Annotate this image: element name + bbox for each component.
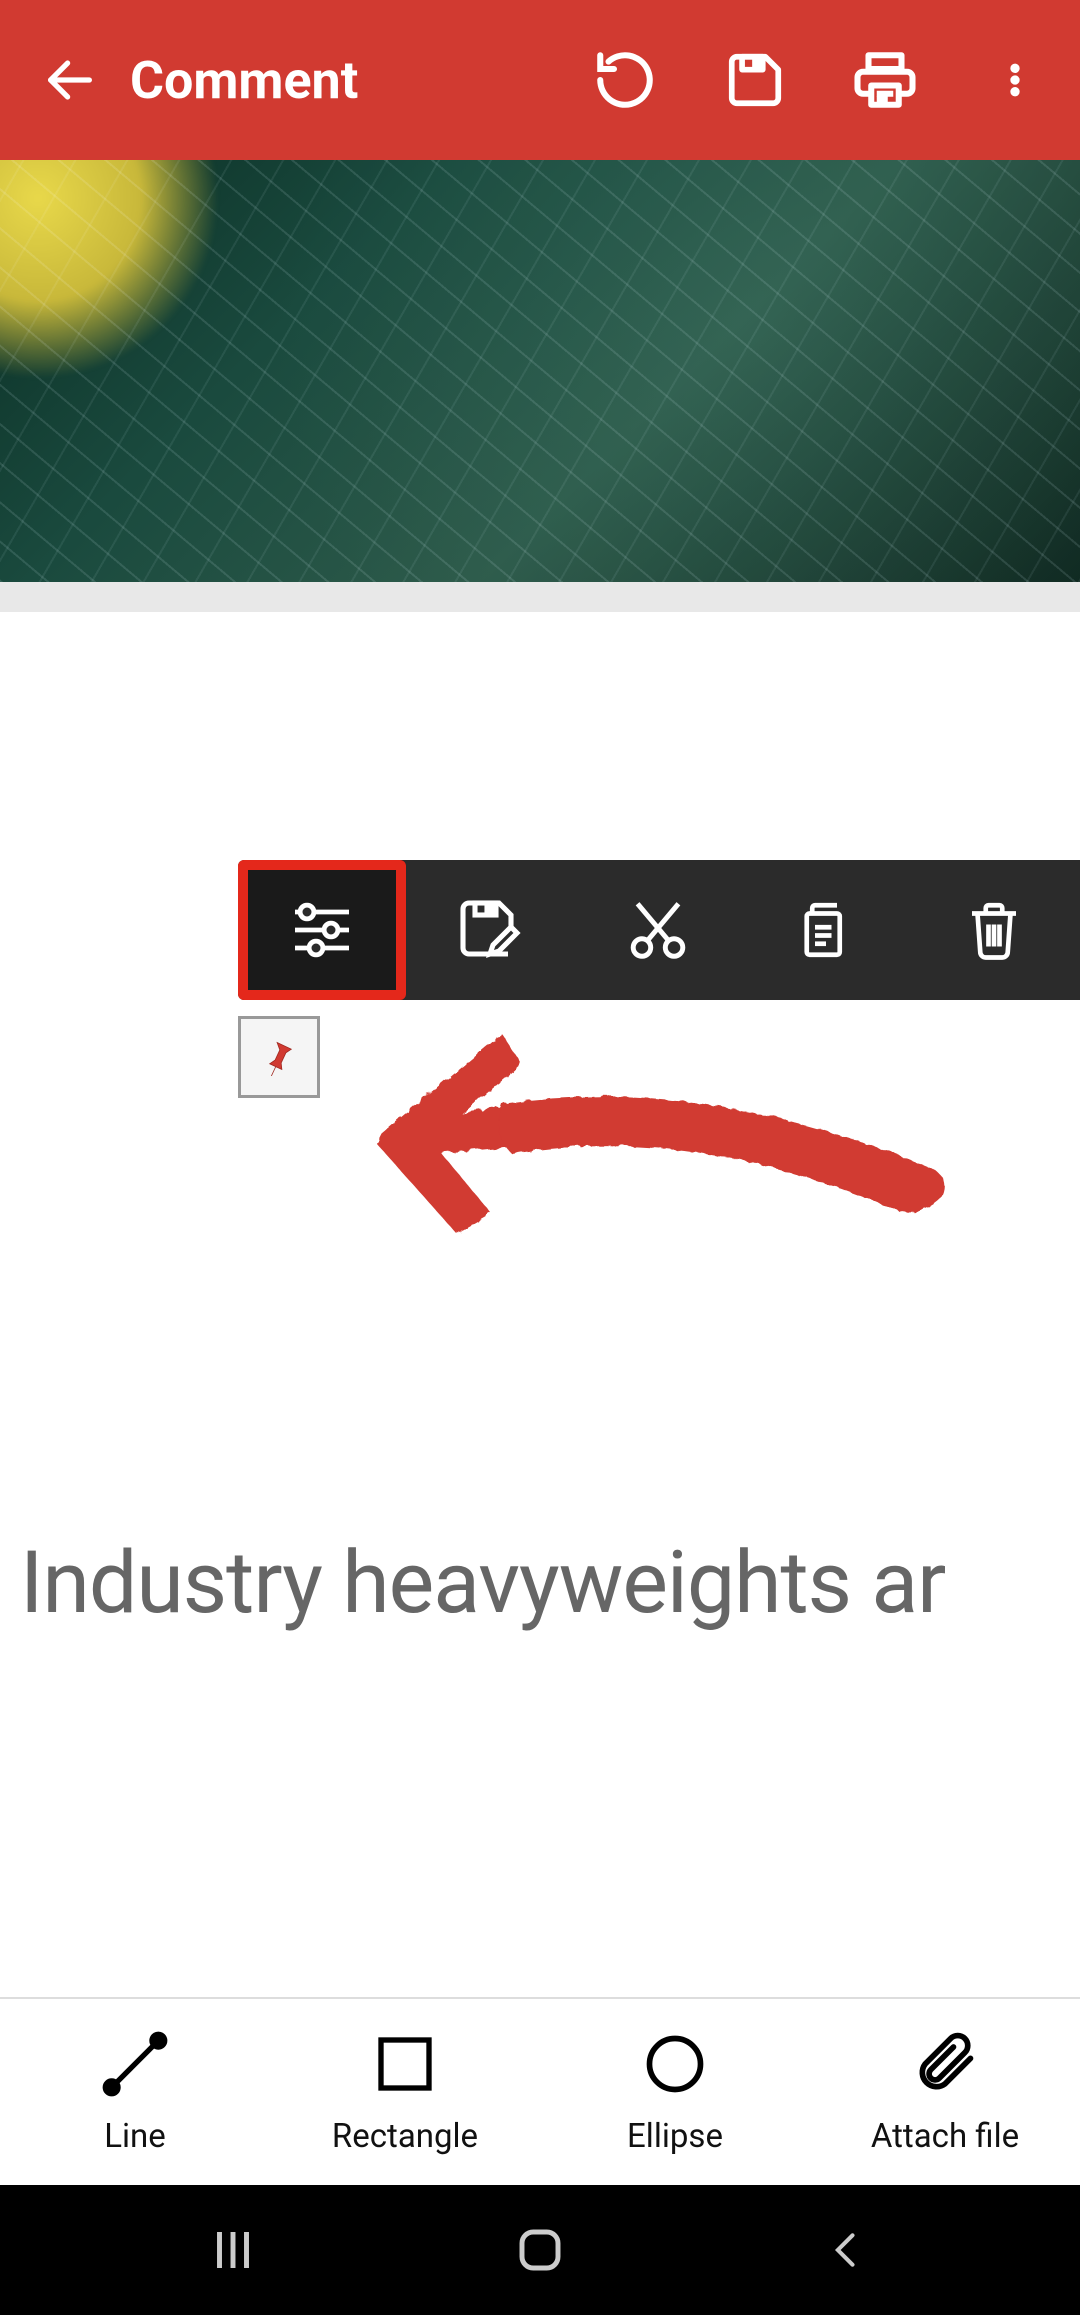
rectangle-icon xyxy=(373,2032,437,2096)
annotation-copy-button[interactable] xyxy=(742,860,910,1000)
annotation-delete-button[interactable] xyxy=(910,860,1078,1000)
save-button[interactable] xyxy=(720,45,790,115)
tool-rectangle[interactable]: Rectangle xyxy=(270,1999,540,2185)
tool-label: Line xyxy=(104,2117,166,2156)
text-line: Industry heavyweights ar xyxy=(20,1505,1080,1662)
print-icon xyxy=(852,47,918,113)
save-icon xyxy=(724,49,786,111)
document-text: Industry heavyweights ar taking an inqui… xyxy=(20,1192,1080,1997)
tool-line[interactable]: Line xyxy=(0,1999,270,2185)
page-gap xyxy=(0,582,1080,612)
annotation-edit-button[interactable] xyxy=(406,860,574,1000)
context-toolbar xyxy=(238,860,1080,1000)
sliders-icon xyxy=(286,894,358,966)
nav-home-button[interactable] xyxy=(490,2220,590,2280)
edit-save-icon xyxy=(454,894,526,966)
tool-label: Attach file xyxy=(871,2117,1019,2156)
attach-file-icon xyxy=(911,2030,979,2098)
page-title: Comment xyxy=(130,50,590,111)
paste-icon xyxy=(793,897,859,963)
undo-button[interactable] xyxy=(590,45,660,115)
app-bar: Comment xyxy=(0,0,1080,160)
back-button[interactable] xyxy=(30,40,110,120)
recents-icon xyxy=(206,2223,260,2277)
ellipse-icon xyxy=(641,2030,709,2098)
system-navigation-bar xyxy=(0,2185,1080,2315)
undo-icon xyxy=(592,47,658,113)
home-icon xyxy=(513,2223,567,2277)
tool-label: Ellipse xyxy=(627,2117,723,2156)
annotation-properties-button[interactable] xyxy=(238,860,406,1000)
note-annotation-marker[interactable] xyxy=(238,1016,320,1098)
text-line: taking an inquisitive look xyxy=(20,1975,1080,1997)
nav-recents-button[interactable] xyxy=(183,2220,283,2280)
line-icon xyxy=(100,2026,170,2102)
more-vertical-icon xyxy=(995,50,1035,110)
document-image xyxy=(0,160,1080,582)
annotation-tool-tabs: Line Rectangle Ellipse xyxy=(0,1997,1080,2185)
back-icon xyxy=(825,2228,869,2272)
tool-label: Rectangle xyxy=(332,2117,478,2156)
print-button[interactable] xyxy=(850,45,920,115)
annotation-cut-button[interactable] xyxy=(574,860,742,1000)
trash-icon xyxy=(961,897,1027,963)
pushpin-icon xyxy=(260,1038,298,1076)
cut-icon xyxy=(623,895,693,965)
more-button[interactable] xyxy=(980,45,1050,115)
nav-back-button[interactable] xyxy=(797,2220,897,2280)
document-page[interactable]: Industry heavyweights ar taking an inqui… xyxy=(0,612,1080,1997)
tool-attach-file[interactable]: Attach file xyxy=(810,1999,1080,2185)
arrow-left-icon xyxy=(41,51,99,109)
tool-ellipse[interactable]: Ellipse xyxy=(540,1999,810,2185)
